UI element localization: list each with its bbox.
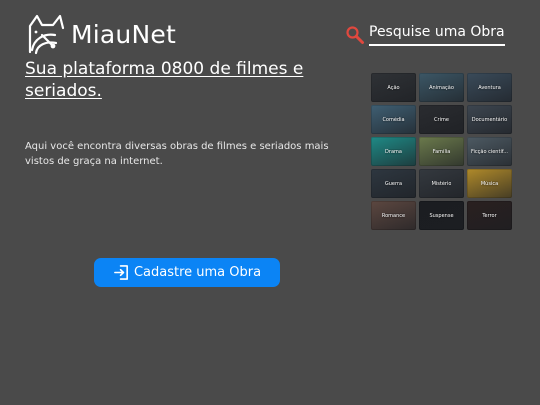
genre-label: Aventura: [478, 84, 501, 91]
genre-tile[interactable]: Animação: [419, 73, 464, 102]
genre-label: Ficção científ...: [470, 148, 508, 155]
genre-label: Suspense: [429, 212, 454, 219]
genre-label: Música: [480, 180, 499, 187]
genre-tile[interactable]: Comédia: [371, 105, 416, 134]
magnifier-icon: [346, 26, 364, 44]
brand-name: MiauNet: [71, 19, 176, 49]
genre-label: Drama: [385, 148, 402, 155]
hero-description: Aqui você encontra diversas obras de fil…: [25, 141, 329, 167]
genre-tile[interactable]: Drama: [371, 137, 416, 166]
genre-tile[interactable]: Música: [467, 169, 512, 198]
genre-label: Romance: [381, 212, 406, 219]
genre-tile[interactable]: Guerra: [371, 169, 416, 198]
register-work-button[interactable]: Cadastre uma Obra: [94, 258, 280, 287]
genre-tile[interactable]: Ficção científ...: [467, 137, 512, 166]
genre-tile[interactable]: Suspense: [419, 201, 464, 230]
search-work-label: Pesquise uma Obra: [369, 24, 505, 46]
genre-tile[interactable]: Romance: [371, 201, 416, 230]
genre-tile[interactable]: Mistério: [419, 169, 464, 198]
genre-label: Guerra: [384, 180, 403, 187]
genre-tile[interactable]: Crime: [419, 105, 464, 134]
cat-satellite-logo-icon: [28, 14, 65, 55]
genre-tile[interactable]: Família: [419, 137, 464, 166]
genre-label: Animação: [429, 84, 454, 91]
search-work-link[interactable]: Pesquise uma Obra: [345, 24, 505, 46]
genre-tile[interactable]: Ação: [371, 73, 416, 102]
genre-tile[interactable]: Documentário: [467, 105, 512, 134]
sign-in-icon: [114, 265, 128, 280]
genre-label: Ação: [387, 84, 400, 91]
page: MiauNet Pesquise uma Obra Sua plataforma…: [0, 0, 540, 405]
genre-label: Mistério: [431, 180, 452, 187]
genre-tile[interactable]: Aventura: [467, 73, 512, 102]
genre-label: Terror: [482, 212, 497, 219]
hero-headline: Sua plataforma 0800 de filmes e seriados…: [25, 59, 304, 101]
genre-label: Documentário: [471, 116, 508, 123]
genre-label: Comédia: [382, 116, 405, 123]
register-work-label: Cadastre uma Obra: [133, 265, 262, 280]
brand-logo[interactable]: MiauNet: [25, 12, 176, 56]
genre-grid: Ação Animação Aventura Comédia Crime Document…: [371, 73, 513, 230]
genre-label: Família: [432, 148, 451, 155]
genre-label: Crime: [434, 116, 449, 123]
genre-tile[interactable]: Terror: [467, 201, 512, 230]
